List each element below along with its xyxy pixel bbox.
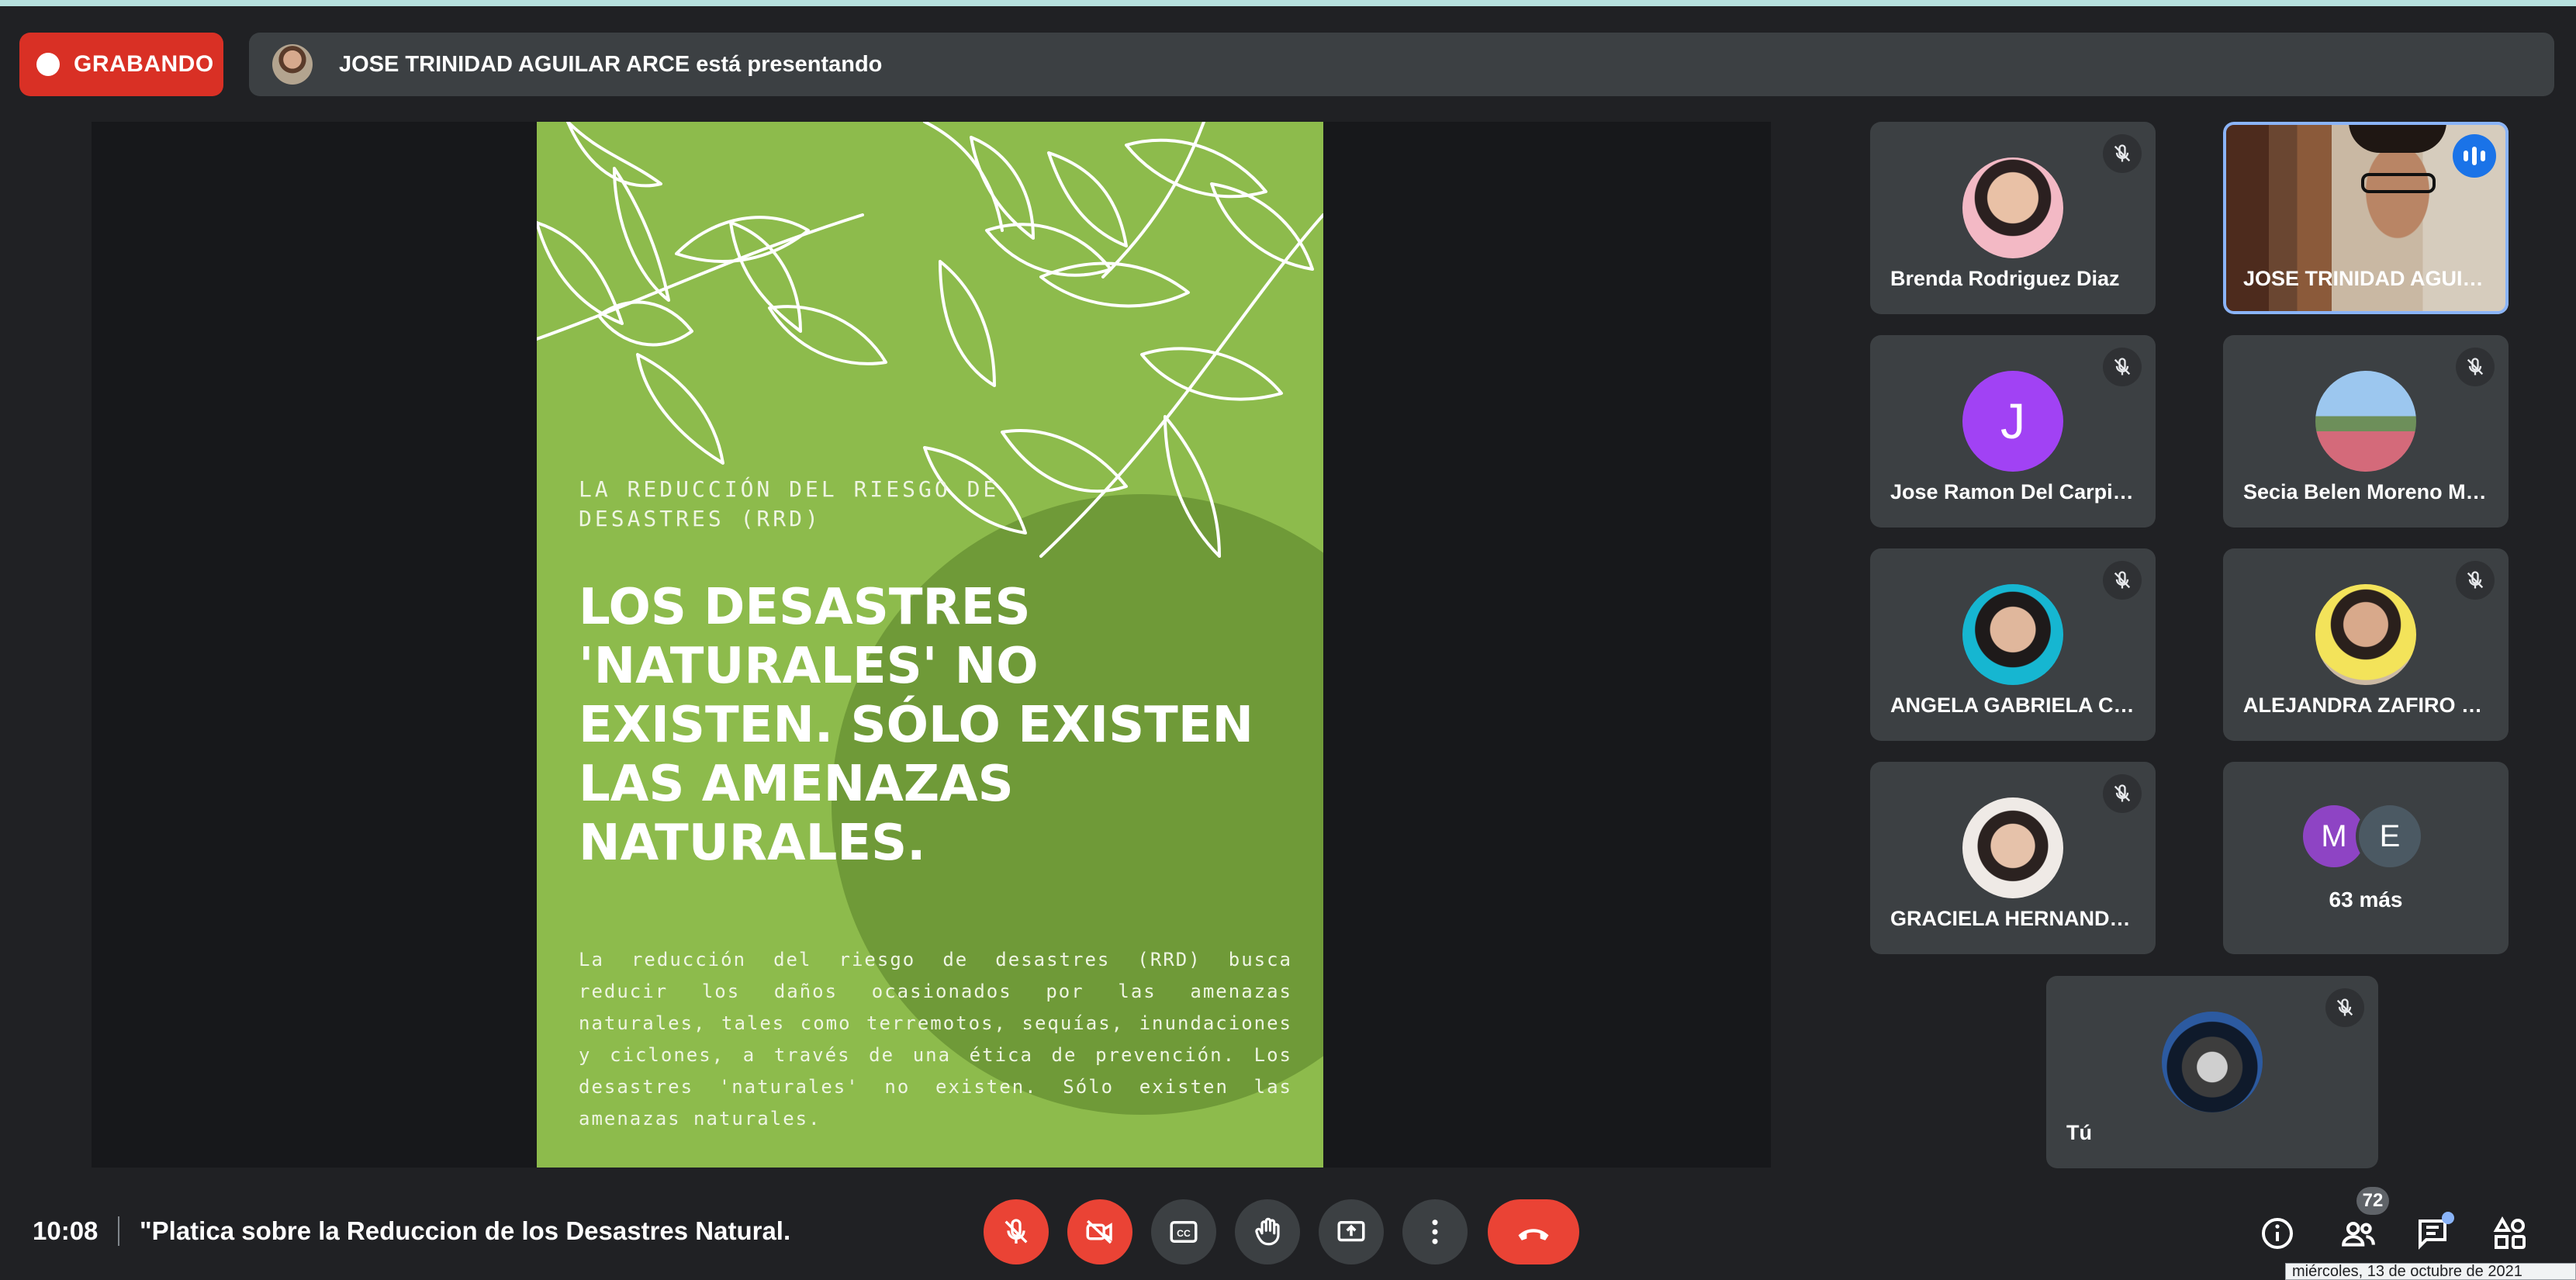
self-tile[interactable]: Tú xyxy=(2046,976,2378,1168)
participant-tile-active[interactable]: JOSE TRINIDAD AGUILA... xyxy=(2223,122,2509,314)
avatar xyxy=(1962,157,2063,258)
top-accent-line xyxy=(0,0,2576,6)
leaf xyxy=(768,305,887,365)
presenting-text: JOSE TRINIDAD AGUILAR ARCE está presenta… xyxy=(339,51,883,77)
more-options-icon xyxy=(1432,1219,1438,1244)
people-button[interactable] xyxy=(2335,1210,2381,1257)
camera-toggle-button[interactable] xyxy=(1067,1199,1132,1264)
mic-off-icon xyxy=(2103,561,2142,600)
meeting-title: "Platica sobre la Reduccion de los Desas… xyxy=(140,1216,791,1245)
chat-notification-dot xyxy=(2442,1212,2454,1224)
recording-label: GRABANDO xyxy=(74,51,214,77)
slide-title: LOS DESASTRES 'NATURALES' NO EXISTEN. SÓ… xyxy=(579,579,1254,872)
leaf xyxy=(636,353,724,465)
mic-off-icon xyxy=(2103,134,2142,173)
recording-badge[interactable]: GRABANDO xyxy=(19,33,223,96)
mic-off-icon xyxy=(2456,561,2495,600)
people-icon xyxy=(2342,1222,2375,1247)
participant-tile[interactable]: ANGELA GABRIELA CRUZ... xyxy=(1870,548,2156,741)
people-count-badge: 72 xyxy=(2356,1187,2389,1215)
participant-tile[interactable]: Brenda Rodriguez Diaz xyxy=(1870,122,2156,314)
mic-toggle-button[interactable] xyxy=(984,1199,1049,1264)
captions-button[interactable]: CC xyxy=(1151,1199,1216,1264)
record-dot-icon xyxy=(36,53,60,76)
participant-name: GRACIELA HERNANDEZ ... xyxy=(1890,907,2137,930)
leaf xyxy=(1039,261,1190,308)
participant-tile[interactable]: GRACIELA HERNANDEZ ... xyxy=(1870,762,2156,954)
avatar xyxy=(2162,1012,2263,1112)
mic-off-icon xyxy=(2456,348,2495,386)
participant-name: Tú xyxy=(2066,1121,2092,1144)
activities-icon xyxy=(2493,1216,2526,1249)
participant-tile[interactable]: Secia Belen Moreno Mart... xyxy=(2223,335,2509,528)
mic-off-icon xyxy=(1004,1219,1028,1244)
participant-name: Brenda Rodriguez Diaz xyxy=(1890,267,2120,290)
mic-off-icon xyxy=(2103,348,2142,386)
presenter-avatar xyxy=(272,44,313,85)
end-call-icon xyxy=(1518,1229,1549,1240)
present-now-button[interactable] xyxy=(1319,1199,1384,1264)
mic-off-icon xyxy=(2325,988,2364,1027)
mic-off-icon xyxy=(2103,774,2142,813)
leaf-stem xyxy=(1101,122,1205,278)
meeting-details-button[interactable] xyxy=(2254,1210,2301,1257)
avatar xyxy=(1962,584,2063,685)
meeting-clock: 10:08 xyxy=(33,1216,99,1245)
leaf xyxy=(1125,138,1267,199)
raise-hand-icon xyxy=(1255,1217,1280,1246)
more-avatars: M E xyxy=(2300,802,2432,870)
end-call-button[interactable] xyxy=(1488,1199,1579,1264)
speaking-indicator-icon xyxy=(2453,134,2496,178)
leaf xyxy=(597,300,693,347)
date-tooltip: miércoles, 13 de octubre de 2021 xyxy=(2285,1263,2576,1280)
leaf xyxy=(985,223,1112,277)
avatar-initial: E xyxy=(2356,802,2424,870)
info-icon xyxy=(2262,1218,2293,1249)
presentation-stage: LA REDUCCIÓN DEL RIESGO DE DESASTRES (RR… xyxy=(92,122,1771,1168)
present-screen-icon xyxy=(1337,1221,1365,1242)
avatar xyxy=(2315,584,2416,685)
leaf xyxy=(1140,347,1283,401)
participant-name: ALEJANDRA ZAFIRO MO... xyxy=(2243,694,2490,717)
avatar xyxy=(2315,371,2416,472)
more-options-button[interactable] xyxy=(1402,1199,1468,1264)
avatar xyxy=(1962,797,2063,898)
participant-tile[interactable]: J Jose Ramon Del Carpio P... xyxy=(1870,335,2156,528)
participant-name: Secia Belen Moreno Mart... xyxy=(2243,480,2490,503)
avatar-initial: J xyxy=(1962,371,2063,472)
captions-icon: CC xyxy=(1170,1221,1198,1243)
leaf xyxy=(613,167,670,302)
slide-body: La reducción del riesgo de desastres (RR… xyxy=(579,949,1292,1130)
raise-hand-button[interactable] xyxy=(1235,1199,1300,1264)
camera-off-icon xyxy=(1086,1219,1112,1244)
leaf-stem xyxy=(923,122,1004,232)
presenter-banner: JOSE TRINIDAD AGUILAR ARCE está presenta… xyxy=(249,33,2554,96)
activities-button[interactable] xyxy=(2487,1210,2533,1257)
presenter-glasses xyxy=(2361,173,2436,193)
participant-name: JOSE TRINIDAD AGUILA... xyxy=(2243,267,2490,290)
more-participants-count: 63 más xyxy=(2329,887,2403,912)
leaf xyxy=(1001,429,1128,493)
svg-text:CC: CC xyxy=(1177,1228,1191,1239)
leaf xyxy=(1164,415,1221,558)
participant-name: ANGELA GABRIELA CRUZ... xyxy=(1890,694,2137,717)
participant-tile[interactable]: ALEJANDRA ZAFIRO MO... xyxy=(2223,548,2509,741)
more-participants-tile[interactable]: M E 63 más xyxy=(2223,762,2509,954)
leaf xyxy=(939,260,996,387)
presentation-slide: LA REDUCCIÓN DEL RIESGO DE DESASTRES (RR… xyxy=(537,122,1323,1168)
divider xyxy=(118,1216,119,1246)
participant-name: Jose Ramon Del Carpio P... xyxy=(1890,480,2137,503)
slide-kicker: LA REDUCCIÓN DEL RIESGO DE DESASTRES (RR… xyxy=(579,476,1000,531)
